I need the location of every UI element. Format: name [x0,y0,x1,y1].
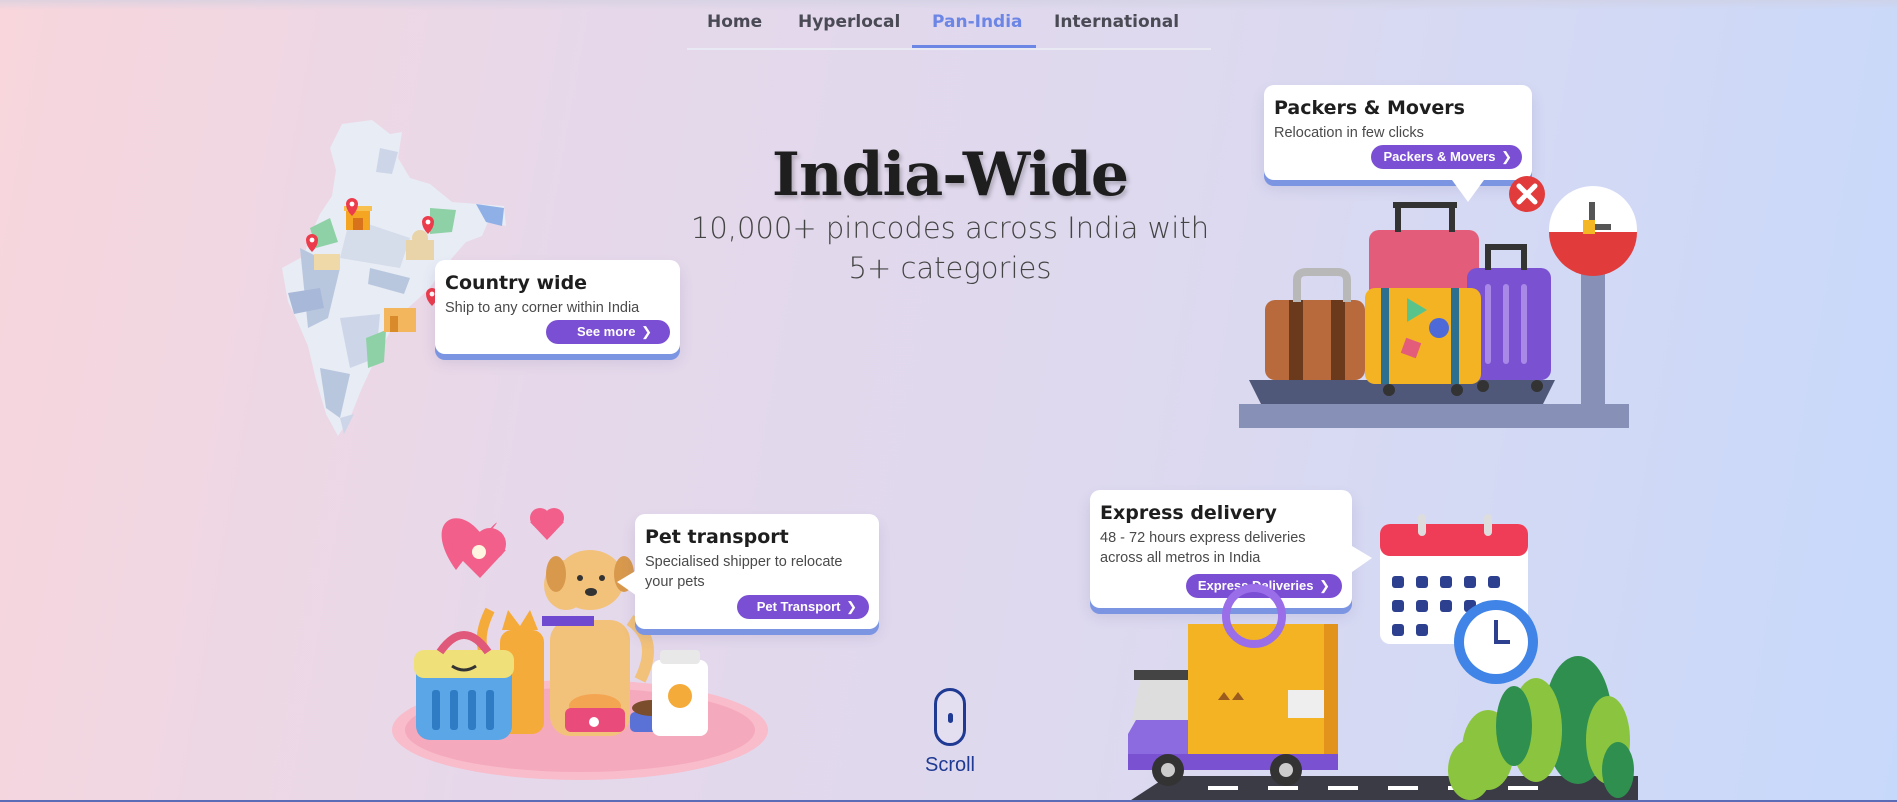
card-title: Packers & Movers [1274,97,1465,119]
card-description-line1: Specialised shipper to relocate [645,554,843,570]
card-description-line2: your pets [645,574,705,590]
card-description: Ship to any corner within India [445,300,640,316]
card-description: Specialised shipper to relocate your pet… [645,552,869,592]
pet-transport-button[interactable]: Pet Transport ❯ [736,595,869,619]
top-navigation: Home Hyperlocal Pan-India International [687,0,1211,50]
country-wide-card: Country wide Ship to any corner within I… [435,260,680,354]
button-label: Pet Transport [756,599,841,614]
nav-home[interactable]: Home [707,12,762,32]
chevron-right-icon: ❯ [842,599,857,614]
hero-title: India-Wide [771,140,1129,210]
pet-transport-card: Pet transport Specialised shipper to rel… [635,514,879,629]
nav-international[interactable]: International [1054,12,1179,32]
chevron-right-icon: ❯ [637,324,652,339]
mouse-scroll-icon [934,688,966,746]
chevron-right-icon: ❯ [1497,149,1512,164]
card-description: Relocation in few clicks [1274,125,1424,141]
nav-active-underline [912,45,1036,48]
packers-movers-card: Packers & Movers Relocation in few click… [1264,85,1532,180]
card-title: Pet transport [645,526,789,548]
hero-subtitle: 10,000+ pincodes across India with 5+ ca… [690,208,1210,288]
nav-hyperlocal[interactable]: Hyperlocal [798,12,900,32]
button-label: Packers & Movers [1383,149,1496,164]
hero-subtitle-line1: 10,000+ pincodes across India with [690,211,1210,245]
delivery-illustration [1128,514,1638,802]
hero-subtitle-line2: 5+ categories [848,251,1052,285]
luggage-illustration [1239,176,1637,428]
card-tail [617,570,637,596]
card-title: Country wide [445,272,588,294]
button-label: See more [576,324,636,339]
nav-pan-india[interactable]: Pan-India [932,12,1023,32]
see-more-button[interactable]: See more ❯ [545,320,670,344]
scroll-label: Scroll [924,754,975,776]
scroll-indicator[interactable]: Scroll [921,688,979,777]
packers-movers-button[interactable]: Packers & Movers ❯ [1371,145,1522,169]
